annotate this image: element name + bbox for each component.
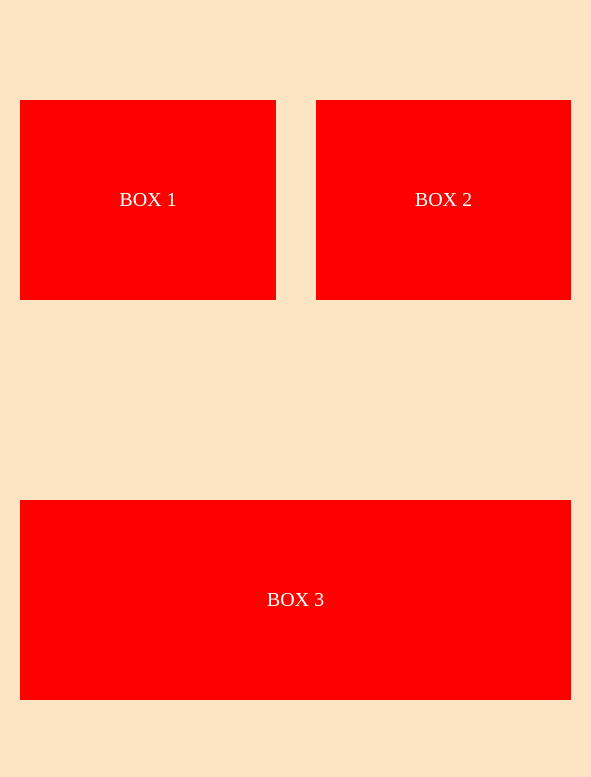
box-2-label: BOX 2: [414, 189, 473, 211]
box-1: BOX 1: [20, 100, 276, 300]
box-3-label: BOX 3: [266, 589, 325, 611]
box-1-label: BOX 1: [119, 189, 177, 211]
box-2: BOX 2: [316, 100, 571, 300]
page: { "colors": { "background": "#fde4c3", "…: [0, 0, 591, 777]
box-3: BOX 3: [20, 500, 571, 700]
